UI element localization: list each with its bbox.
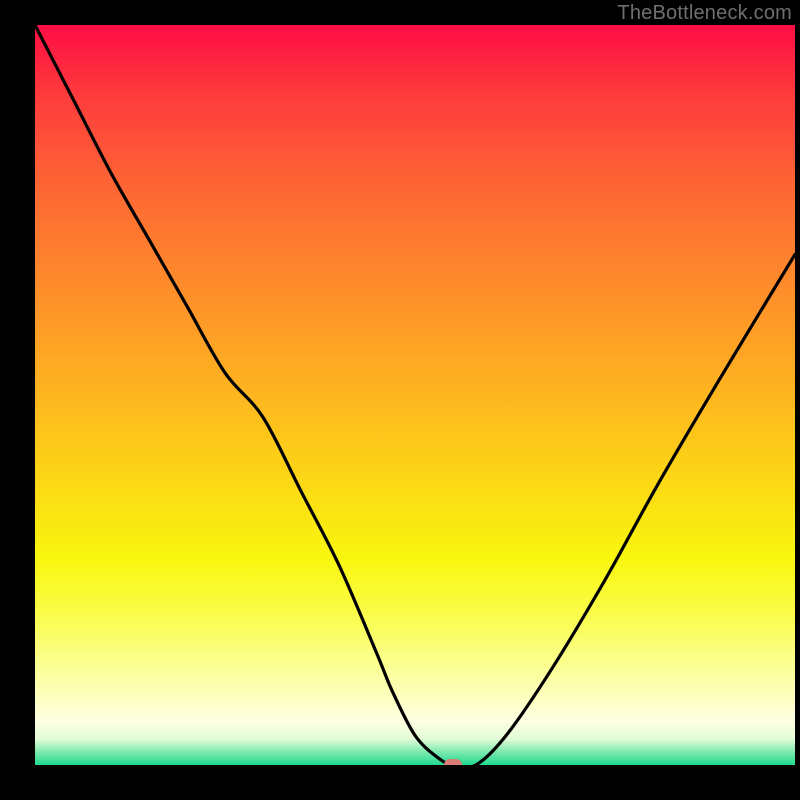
- chart-frame: TheBottleneck.com: [0, 0, 800, 800]
- bottleneck-curve: [35, 25, 795, 765]
- optimum-marker: [444, 759, 462, 765]
- watermark-text: TheBottleneck.com: [617, 2, 792, 25]
- plot-area: [35, 25, 795, 765]
